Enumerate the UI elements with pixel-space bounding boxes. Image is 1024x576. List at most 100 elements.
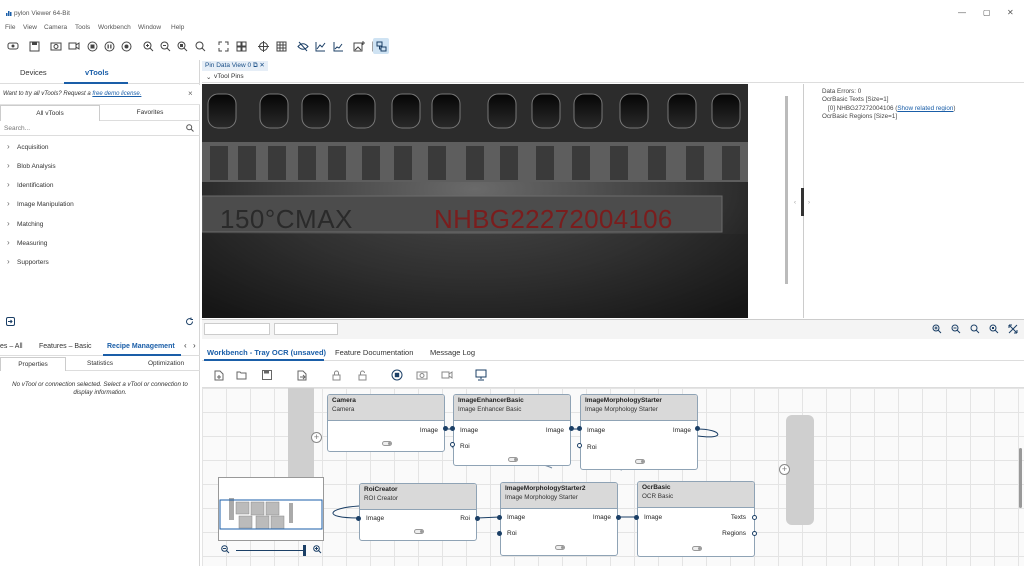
zoom-in-icon[interactable] bbox=[140, 38, 156, 54]
zoom-reset-icon[interactable] bbox=[192, 38, 208, 54]
output-port[interactable] bbox=[569, 426, 574, 431]
close-button[interactable]: ✕ bbox=[1007, 8, 1014, 17]
close-icon[interactable]: × bbox=[188, 89, 193, 98]
input-port[interactable] bbox=[450, 426, 455, 431]
zoom-out-icon[interactable] bbox=[157, 38, 173, 54]
zoom-fit-icon[interactable] bbox=[174, 38, 190, 54]
snapshot-icon[interactable] bbox=[416, 370, 428, 380]
node-toggle[interactable] bbox=[692, 546, 702, 551]
collapse-left-icon[interactable]: ‹ bbox=[794, 200, 796, 206]
chevron-down-icon[interactable]: ⌄ bbox=[206, 73, 211, 81]
chevron-left-icon[interactable]: ‹ bbox=[184, 341, 187, 350]
open-camera-icon[interactable] bbox=[5, 38, 21, 54]
chevron-right-icon[interactable]: › bbox=[193, 341, 196, 350]
open-folder-icon[interactable] bbox=[236, 370, 247, 380]
hide-overlay-icon[interactable] bbox=[295, 38, 311, 54]
tab-vtools[interactable]: vTools bbox=[85, 68, 109, 77]
import-vtool-icon[interactable] bbox=[6, 317, 15, 326]
zoom-in-icon[interactable] bbox=[313, 545, 322, 554]
tab-favorites[interactable]: Favorites bbox=[100, 105, 200, 121]
record-icon[interactable] bbox=[118, 38, 134, 54]
save-icon[interactable] bbox=[26, 38, 42, 54]
pin-data-view-tab[interactable]: Pin Data View 0 ⧉ ✕ bbox=[202, 61, 268, 71]
refresh-icon[interactable] bbox=[185, 317, 194, 326]
line-profile-icon[interactable] bbox=[312, 38, 328, 54]
canvas-minimap[interactable] bbox=[218, 477, 324, 541]
node-image-morphology-starter-2[interactable]: ImageMorphologyStarter2 Image Morphology… bbox=[500, 482, 618, 556]
output-port[interactable] bbox=[695, 426, 700, 431]
node-ocr-basic[interactable]: OcrBasic OCR Basic Image Texts Regions bbox=[637, 481, 755, 557]
tab-message-log[interactable]: Message Log bbox=[430, 348, 475, 357]
histogram-icon[interactable] bbox=[330, 38, 346, 54]
tab-recipe-management[interactable]: Recipe Management bbox=[107, 343, 175, 350]
export-recipe-icon[interactable] bbox=[297, 370, 308, 381]
node-image-morphology-starter[interactable]: ImageMorphologyStarter Image Morphology … bbox=[580, 394, 698, 470]
output-port[interactable] bbox=[443, 426, 448, 431]
category-measuring[interactable]: › Measuring bbox=[0, 235, 200, 253]
tab-all-vtools[interactable]: All vTools bbox=[0, 105, 100, 121]
pause-icon[interactable] bbox=[101, 38, 117, 54]
node-image-enhancer-basic[interactable]: ImageEnhancerBasic Image Enhancer Basic … bbox=[453, 394, 571, 466]
show-related-region-link[interactable]: Show related region bbox=[897, 105, 953, 112]
tab-statistics[interactable]: Statistics bbox=[67, 357, 133, 371]
image-add-icon[interactable] bbox=[351, 38, 367, 54]
node-toggle[interactable] bbox=[555, 545, 565, 550]
workbench-canvas[interactable]: + + Camera Camera Image ImageEnhancerBas… bbox=[202, 388, 1024, 566]
tab-optimization[interactable]: Optimization bbox=[133, 357, 199, 371]
node-toggle[interactable] bbox=[508, 457, 518, 462]
zoom-reset-icon[interactable] bbox=[989, 324, 999, 334]
output-port[interactable] bbox=[752, 515, 757, 520]
lock-icon[interactable] bbox=[332, 370, 341, 381]
workbench-toggle-icon[interactable] bbox=[373, 38, 389, 54]
free-demo-license-link[interactable]: free demo license. bbox=[92, 91, 141, 97]
menu-window[interactable]: Window bbox=[138, 24, 161, 31]
category-image-manipulation[interactable]: › Image Manipulation bbox=[0, 196, 200, 214]
close-icon[interactable]: ✕ bbox=[259, 62, 264, 69]
snapshot-icon[interactable] bbox=[48, 38, 64, 54]
tab-features-all[interactable]: es – All bbox=[0, 343, 23, 350]
node-camera[interactable]: Camera Camera Image bbox=[327, 394, 445, 452]
video-icon[interactable] bbox=[441, 370, 453, 380]
node-toggle[interactable] bbox=[382, 441, 392, 446]
input-port[interactable] bbox=[577, 426, 582, 431]
unlock-icon[interactable] bbox=[358, 370, 367, 381]
camera-image[interactable]: 150°CMAX NHBG22272004106 bbox=[202, 84, 748, 318]
tab-devices[interactable]: Devices bbox=[20, 68, 47, 77]
input-port[interactable] bbox=[497, 515, 502, 520]
grid-icon[interactable] bbox=[273, 38, 289, 54]
input-port[interactable] bbox=[450, 442, 455, 447]
zoom-out-icon[interactable] bbox=[951, 324, 961, 334]
save-icon[interactable] bbox=[262, 370, 272, 380]
output-port[interactable] bbox=[475, 516, 480, 521]
fullscreen-icon[interactable] bbox=[1008, 324, 1018, 334]
output-port[interactable] bbox=[752, 531, 757, 536]
category-identification[interactable]: › Identification bbox=[0, 177, 200, 195]
search-input[interactable]: Search... bbox=[0, 122, 200, 136]
zoom-out-icon[interactable] bbox=[221, 545, 230, 554]
monitor-icon[interactable] bbox=[475, 369, 487, 381]
category-matching[interactable]: › Matching bbox=[0, 216, 200, 234]
node-roi-creator[interactable]: RoiCreator ROI Creator Image Roi bbox=[359, 483, 477, 541]
vertical-scrollbar[interactable] bbox=[785, 96, 788, 284]
menu-camera[interactable]: Camera bbox=[44, 24, 67, 31]
node-toggle[interactable] bbox=[635, 459, 645, 464]
new-recipe-icon[interactable] bbox=[214, 370, 224, 381]
tab-feature-documentation[interactable]: Feature Documentation bbox=[335, 348, 413, 357]
zoom-in-icon[interactable] bbox=[932, 324, 942, 334]
expand-right-icon[interactable]: › bbox=[808, 200, 810, 206]
input-port[interactable] bbox=[577, 443, 582, 448]
fullscreen-icon[interactable] bbox=[215, 38, 231, 54]
minimize-button[interactable]: — bbox=[958, 8, 966, 17]
stop-icon[interactable] bbox=[84, 38, 100, 54]
menu-workbench[interactable]: Workbench bbox=[98, 24, 131, 31]
menu-tools[interactable]: Tools bbox=[75, 24, 90, 31]
video-icon[interactable] bbox=[66, 38, 82, 54]
crosshair-icon[interactable] bbox=[255, 38, 271, 54]
zoom-slider-track[interactable] bbox=[236, 550, 306, 551]
input-port[interactable] bbox=[634, 515, 639, 520]
popout-icon[interactable]: ⧉ bbox=[253, 62, 258, 69]
splitter-handle[interactable] bbox=[801, 188, 804, 216]
tab-properties[interactable]: Properties bbox=[0, 357, 66, 371]
tab-workbench[interactable]: Workbench - Tray OCR (unsaved) bbox=[207, 348, 326, 357]
category-blob-analysis[interactable]: › Blob Analysis bbox=[0, 158, 200, 176]
